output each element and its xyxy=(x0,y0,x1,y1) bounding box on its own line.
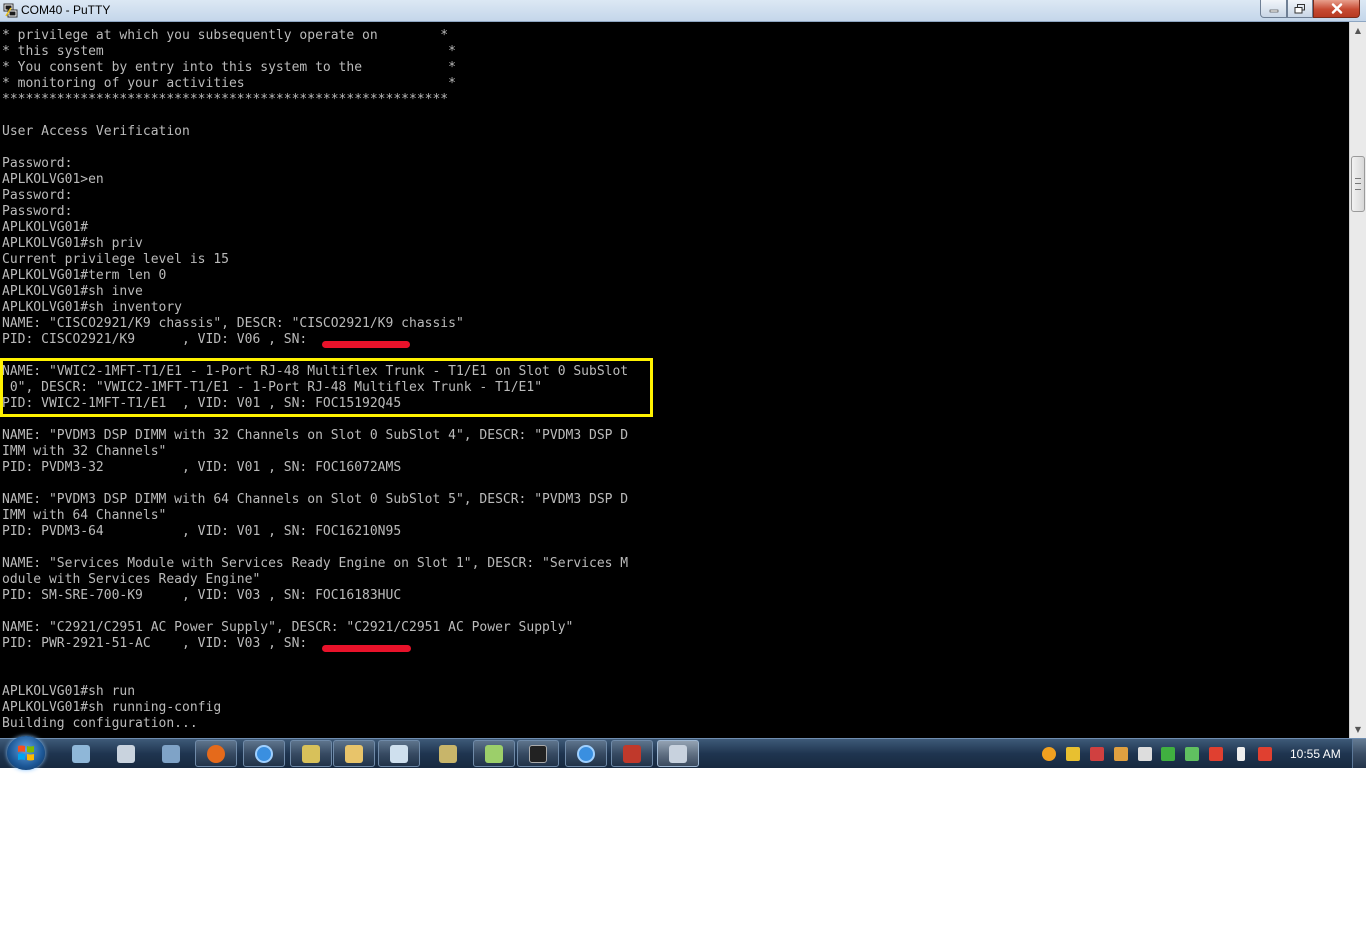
notepad-icon xyxy=(390,744,408,763)
terminal-line: PID: PWR-2921-51-AC , VID: V03 , SN: xyxy=(2,636,316,651)
calculator-icon xyxy=(117,744,135,763)
network-tool-icon xyxy=(439,744,457,763)
terminal-line: NAME: "C2921/C2951 AC Power Supply", DES… xyxy=(2,620,574,635)
grip-icon xyxy=(1355,178,1361,190)
redaction-mark xyxy=(322,645,411,652)
window-title: COM40 - PuTTY xyxy=(21,3,111,17)
taskbar-button[interactable] xyxy=(105,740,147,767)
terminal-line: 0", DESCR: "VWIC2-1MFT-T1/E1 - 1-Port RJ… xyxy=(2,380,543,395)
internet-explorer-icon xyxy=(577,744,595,763)
taskbar-button[interactable] xyxy=(150,740,192,767)
lock-icon[interactable] xyxy=(1138,747,1152,761)
taskbar-button[interactable] xyxy=(378,740,420,767)
taskbar-button[interactable] xyxy=(333,740,375,767)
firefox-icon xyxy=(207,744,225,763)
terminal-line: APLKOLVG01>en xyxy=(2,172,104,187)
battery-icon[interactable] xyxy=(1237,747,1245,761)
putty-icon xyxy=(669,744,687,763)
terminal-line: ****************************************… xyxy=(2,92,449,107)
terminal-line: Password: xyxy=(2,188,73,203)
taskbar-button[interactable] xyxy=(517,740,559,767)
close-icon xyxy=(1331,3,1342,14)
paint-icon xyxy=(302,744,320,763)
terminal-line: PID: PVDM3-64 , VID: V01 , SN: FOC16210N… xyxy=(2,524,402,539)
redaction-mark xyxy=(322,341,410,348)
system-tool-icon xyxy=(72,744,90,763)
clock[interactable]: 10:55 AM xyxy=(1290,747,1341,761)
taskbar-button[interactable] xyxy=(243,740,285,767)
terminal-line: NAME: "CISCO2921/K9 chassis", DESCR: "CI… xyxy=(2,316,464,331)
volume-icon[interactable] xyxy=(1209,747,1223,761)
window-title-bar[interactable]: COM40 - PuTTY xyxy=(0,0,1366,22)
close-button[interactable] xyxy=(1313,0,1360,18)
windows-logo-icon xyxy=(18,745,34,761)
taskbar-button[interactable] xyxy=(473,740,515,767)
restore-button[interactable] xyxy=(1287,0,1313,18)
terminal-line: APLKOLVG01#sh priv xyxy=(2,236,143,251)
terminal-line: PID: CISCO2921/K9 , VID: V06 , SN: xyxy=(2,332,316,347)
terminal-line: APLKOLVG01#sh inventory xyxy=(2,300,183,315)
terminal-line: APLKOLVG01#sh running-config xyxy=(2,700,222,715)
terminal-line: NAME: "Services Module with Services Rea… xyxy=(2,556,629,571)
putty-icon xyxy=(3,3,18,18)
network-diagram-icon xyxy=(162,744,180,763)
monitor-icon[interactable] xyxy=(1161,747,1175,761)
terminal-line: NAME: "PVDM3 DSP DIMM with 64 Channels o… xyxy=(2,492,629,507)
terminal-screen[interactable]: * privilege at which you subsequently op… xyxy=(0,22,1349,738)
taskbar: 10:55 AM xyxy=(0,736,1366,770)
taskbar-button[interactable] xyxy=(611,740,653,767)
terminal-line: * privilege at which you subsequently op… xyxy=(2,28,449,43)
terminal-line: User Access Verification xyxy=(2,124,190,139)
command-prompt-icon xyxy=(529,744,547,763)
restore-icon xyxy=(1294,3,1305,13)
terminal-line: APLKOLVG01#sh run xyxy=(2,684,136,699)
terminal-line: odule with Services Ready Engine" xyxy=(2,572,261,587)
taskbar-button[interactable] xyxy=(60,740,102,767)
network-activity-icon[interactable] xyxy=(1114,747,1128,761)
taskbar-button[interactable] xyxy=(290,740,332,767)
terminal-line: * monitoring of your activities * xyxy=(2,76,456,91)
terminal-line: PID: PVDM3-32 , VID: V01 , SN: FOC16072A… xyxy=(2,460,402,475)
terminal-line: NAME: "VWIC2-1MFT-T1/E1 - 1-Port RJ-48 M… xyxy=(2,364,629,379)
flag-icon[interactable] xyxy=(1066,747,1080,761)
outlook-icon xyxy=(623,744,641,763)
network-status-icon[interactable] xyxy=(1185,747,1199,761)
vertical-scrollbar[interactable]: ▲ ▼ xyxy=(1349,22,1366,738)
minimize-icon xyxy=(1269,9,1278,12)
security-shield-icon[interactable] xyxy=(1042,747,1056,761)
terminal-line: IMM with 64 Channels" xyxy=(2,508,167,523)
terminal-line: APLKOLVG01#sh inve xyxy=(2,284,143,299)
terminal-line: Building configuration... xyxy=(2,716,198,731)
terminal-line: * this system * xyxy=(2,44,456,59)
terminal-line: PID: VWIC2-1MFT-T1/E1 , VID: V01 , SN: F… xyxy=(2,396,402,411)
terminal-line: APLKOLVG01#term len 0 xyxy=(2,268,167,283)
antivirus-icon[interactable] xyxy=(1090,747,1104,761)
terminal-line: Current privilege level is 15 xyxy=(2,252,229,267)
file-explorer-icon xyxy=(345,744,363,763)
volume-muted-icon[interactable] xyxy=(1258,747,1272,761)
show-desktop-button[interactable] xyxy=(1352,739,1366,768)
scroll-up-arrow-icon[interactable]: ▲ xyxy=(1350,22,1366,39)
taskbar-button[interactable] xyxy=(427,740,469,767)
terminal-line: APLKOLVG01# xyxy=(2,220,89,235)
terminal-line: * You consent by entry into this system … xyxy=(2,60,456,75)
start-button[interactable] xyxy=(7,736,45,770)
terminal-line: Password: xyxy=(2,204,73,219)
chat-icon xyxy=(485,744,503,763)
terminal-line: NAME: "PVDM3 DSP DIMM with 32 Channels o… xyxy=(2,428,629,443)
terminal-line: IMM with 32 Channels" xyxy=(2,444,167,459)
minimize-button[interactable] xyxy=(1260,0,1287,18)
terminal-line: PID: SM-SRE-700-K9 , VID: V03 , SN: FOC1… xyxy=(2,588,402,603)
taskbar-button[interactable] xyxy=(657,740,699,767)
terminal-line: Password: xyxy=(2,156,73,171)
internet-explorer-icon xyxy=(255,744,273,763)
taskbar-button[interactable] xyxy=(195,740,237,767)
scroll-down-arrow-icon[interactable]: ▼ xyxy=(1350,721,1366,738)
scrollbar-thumb[interactable] xyxy=(1351,156,1365,212)
taskbar-button[interactable] xyxy=(565,740,607,767)
